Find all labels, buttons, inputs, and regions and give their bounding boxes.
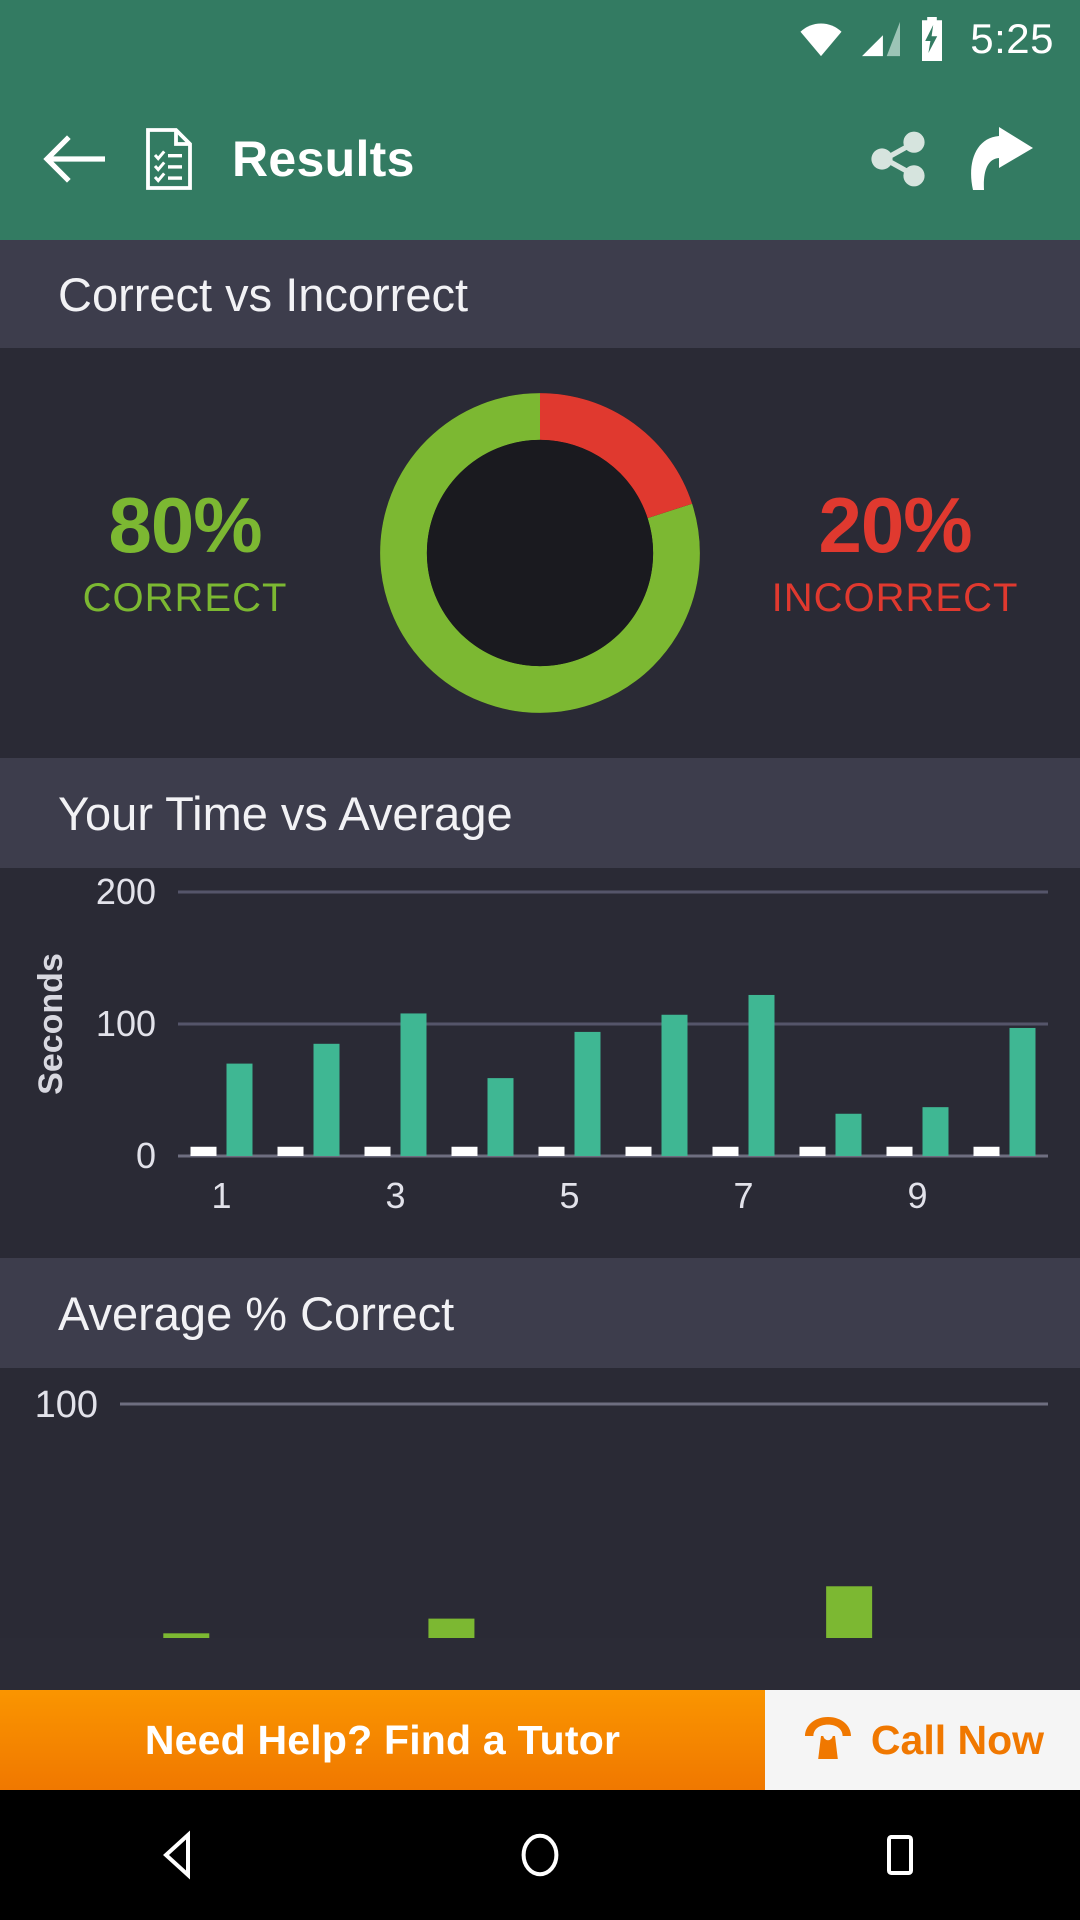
status-bar: 5:25 [0,0,1080,78]
bar-average [364,1146,391,1156]
battery-charging-icon [918,17,946,61]
bar-your-time [661,1014,688,1156]
bar-average [190,1146,217,1156]
back-button[interactable] [26,135,122,183]
nav-back-button[interactable] [90,1829,270,1881]
nav-home-icon [521,1833,559,1877]
phone-icon [801,1713,855,1768]
ad-message: Need Help? Find a Tutor [144,1716,621,1763]
x-tick-label: 1 [211,1175,231,1216]
bar-average [625,1146,652,1156]
bar-your-time [400,1013,427,1156]
incorrect-stat: 20% INCORRECT [750,486,1040,621]
back-arrow-icon [43,135,105,183]
time-vs-average-chart: Seconds 0 100 200 1 3 5 7 9 [0,868,1080,1258]
y-axis-label: Seconds [32,953,70,1095]
bar-average [973,1146,1000,1156]
bar-average [277,1146,304,1156]
incorrect-label: INCORRECT [771,575,1019,620]
bar-your-time [748,994,775,1156]
section-header-average-pct-correct: Average % Correct [0,1258,1080,1368]
x-tick-label: 9 [907,1175,927,1216]
correct-label: CORRECT [82,575,288,620]
x-tick-label: 3 [385,1175,405,1216]
share-button[interactable] [846,127,950,191]
call-now-button[interactable]: Call Now [765,1690,1080,1790]
page-title: Results [232,131,415,187]
y-tick-label: 0 [136,1135,156,1176]
checklist-document-icon [132,128,206,190]
android-nav-bar [0,1790,1080,1920]
call-now-label: Call Now [870,1716,1045,1763]
correct-stat: 80% CORRECT [40,486,330,621]
bar-your-time [574,1031,601,1156]
nav-recents-icon [887,1835,913,1875]
nav-home-button[interactable] [450,1829,630,1881]
section-title: Your Time vs Average [58,786,513,840]
section-header-time-vs-average: Your Time vs Average [0,758,1080,868]
bar-your-time [835,1113,862,1156]
x-tick-label: 7 [733,1175,753,1216]
average-pct-correct-chart: 100 [0,1368,1080,1638]
nav-back-icon [163,1830,190,1880]
curved-arrow-icon [971,127,1033,190]
section-title: Average % Correct [58,1286,455,1340]
bar-average-pct-correct [428,1618,475,1638]
bar-average [799,1146,826,1156]
y-tick-label: 200 [96,871,156,912]
app-bar: Results [0,78,1080,240]
bar-your-time [226,1063,253,1156]
bar-average-pct-correct [163,1633,210,1638]
donut-chart-panel: 80% CORRECT 20% INCORRECT [0,348,1080,758]
bar-your-time [313,1043,340,1156]
app-screen: 5:25 Results Correct vs Incorrect 80% CO… [0,0,1080,1920]
status-bar-clock: 5:25 [970,15,1054,62]
cell-signal-icon [860,20,902,58]
bar-average-pct-correct [826,1586,873,1638]
bar-average [886,1146,913,1156]
x-tick-label: 5 [559,1175,579,1216]
donut-chart [345,358,735,748]
section-header-correct-vs-incorrect: Correct vs Incorrect [0,240,1080,348]
bar-average [712,1146,739,1156]
y-tick-label: 100 [96,1003,156,1044]
wifi-icon [798,20,844,58]
incorrect-percentage: 20% [818,480,972,569]
nav-recents-button[interactable] [810,1829,990,1881]
tutor-ad-banner[interactable]: Need Help? Find a Tutor Call Now [0,1690,1080,1790]
bar-your-time [922,1107,949,1156]
bar-your-time [1009,1027,1036,1156]
bar-average [451,1146,478,1156]
bar-your-time [487,1078,514,1156]
section-title: Correct vs Incorrect [58,267,469,321]
bar-average [538,1146,565,1156]
correct-percentage: 80% [108,480,262,569]
y-tick-label: 100 [35,1384,98,1426]
redo-button[interactable] [950,124,1054,194]
share-icon [871,131,925,187]
find-tutor-button[interactable]: Need Help? Find a Tutor [0,1690,765,1790]
